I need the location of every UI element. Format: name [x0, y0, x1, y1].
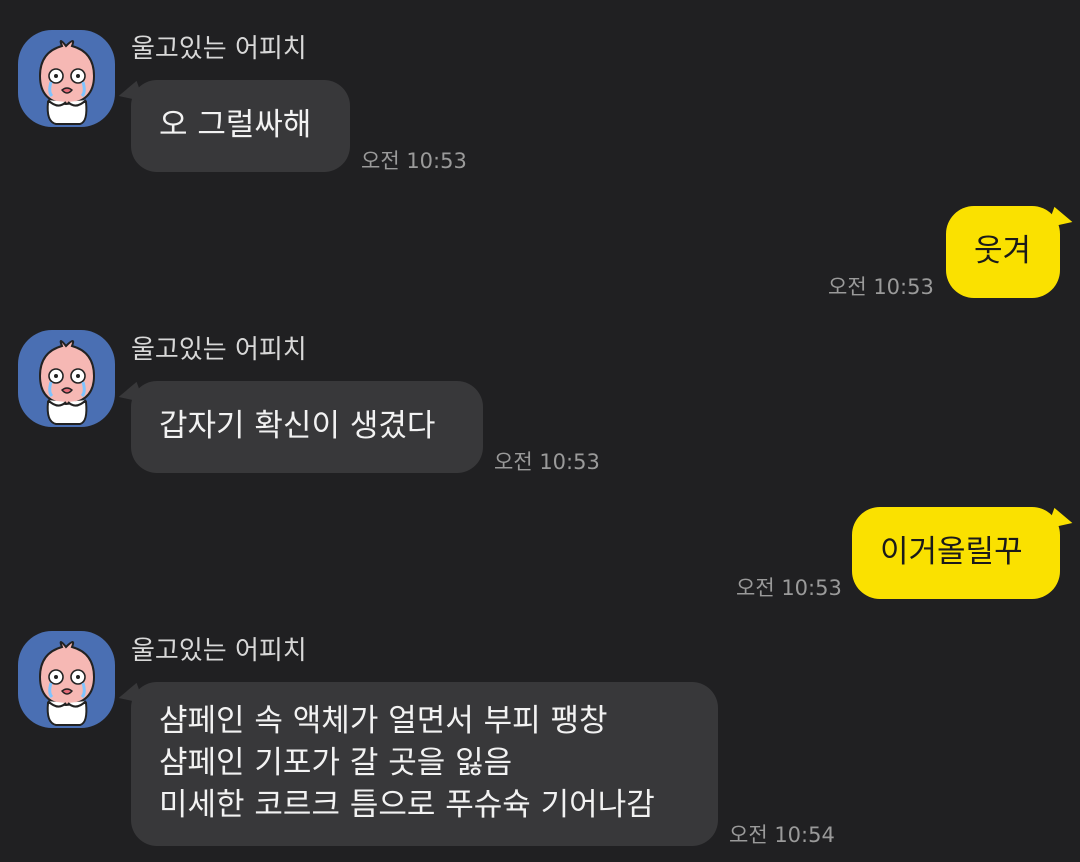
- message-text: 이거올릴꾸: [880, 534, 1023, 570]
- apeach-crying-icon[interactable]: [18, 631, 115, 728]
- sender-name: 울고있는 어피치: [131, 34, 307, 64]
- message-text-line: 샴페인 기포가 갈 곳을 잃음: [159, 745, 513, 781]
- chat-window: 울고있는 어피치 오 그럴싸해 오전 10:53 웃겨 오전 10:53 울고있…: [0, 0, 1080, 862]
- timestamp: 오전 10:53: [361, 149, 467, 173]
- message-text-line: 샴페인 속 액체가 얼면서 부피 팽창: [159, 703, 608, 739]
- message-bubble[interactable]: 오 그럴싸해: [131, 80, 350, 172]
- sender-name: 울고있는 어피치: [131, 636, 307, 666]
- message-text: 오 그럴싸해: [159, 107, 312, 143]
- sender-name: 울고있는 어피치: [131, 335, 307, 365]
- apeach-crying-icon[interactable]: [18, 30, 115, 127]
- message-text-line: 미세한 코르크 틈으로 푸슈슉 기어나감: [159, 787, 655, 823]
- timestamp: 오전 10:54: [729, 823, 835, 847]
- message-text: 갑자기 확신이 생겼다: [159, 408, 436, 444]
- timestamp: 오전 10:53: [828, 275, 934, 299]
- apeach-crying-icon[interactable]: [18, 330, 115, 427]
- message-bubble[interactable]: 갑자기 확신이 생겼다: [131, 381, 483, 473]
- message-text: 웃겨: [974, 233, 1032, 269]
- timestamp: 오전 10:53: [494, 450, 600, 474]
- message-bubble[interactable]: 웃겨: [946, 206, 1060, 298]
- message-bubble[interactable]: 샴페인 속 액체가 얼면서 부피 팽창 샴페인 기포가 갈 곳을 잃음 미세한 …: [131, 682, 718, 846]
- timestamp: 오전 10:53: [736, 576, 842, 600]
- message-bubble[interactable]: 이거올릴꾸: [852, 507, 1060, 599]
